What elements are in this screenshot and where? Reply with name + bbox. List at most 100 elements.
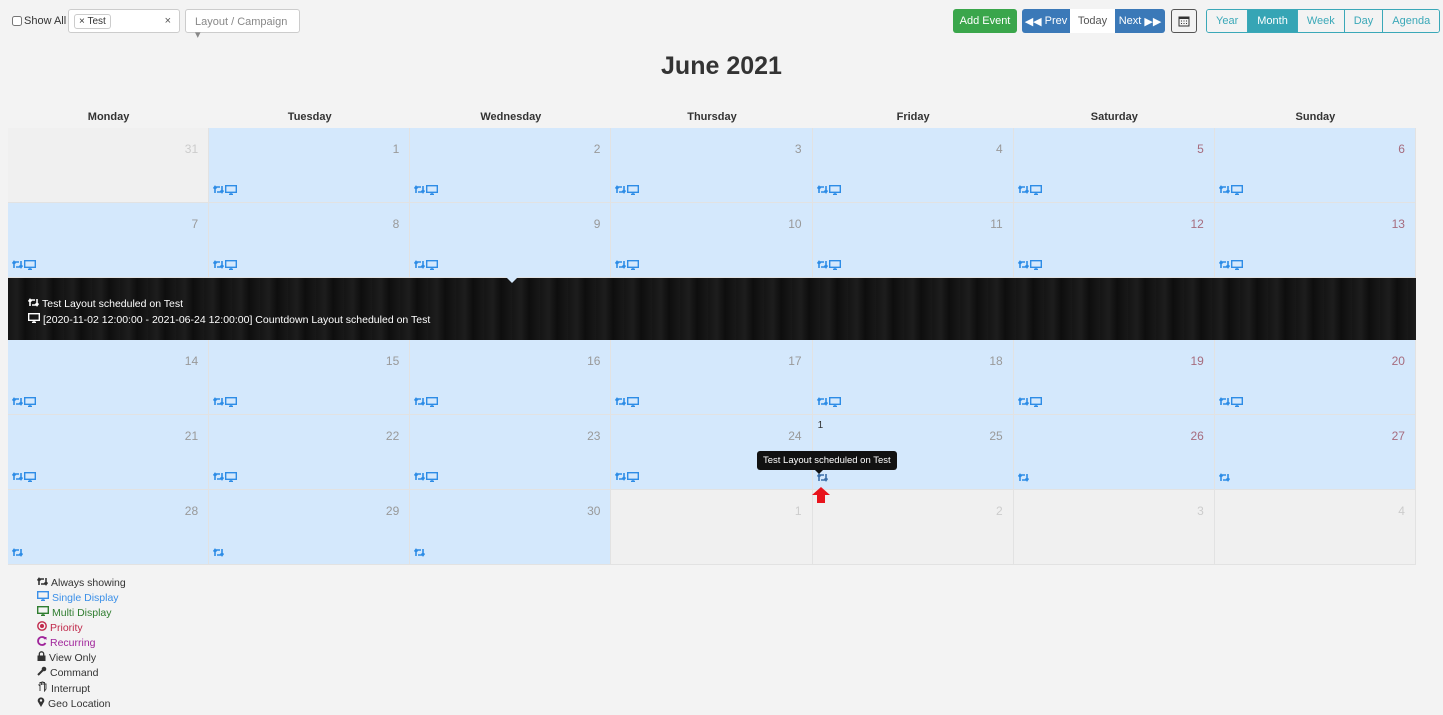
event-icons[interactable] [11,471,37,485]
event-icons[interactable] [11,259,37,273]
day-cell[interactable]: 29 [209,490,411,565]
date-picker-button[interactable] [1171,9,1197,33]
day-number[interactable]: 28 [185,504,198,518]
next-button[interactable]: Next ▶▶ [1115,9,1165,33]
event-icons[interactable] [615,396,640,410]
event-icons[interactable] [414,184,439,198]
desktop-icon[interactable] [627,396,640,410]
view-month-button[interactable]: Month [1248,10,1298,32]
day-cell[interactable]: 27 [1214,415,1416,490]
desktop-icon[interactable] [828,259,841,273]
desktop-icon[interactable] [627,471,640,485]
desktop-icon[interactable] [426,471,439,485]
prev-button[interactable]: ◀◀ Prev [1022,9,1070,33]
day-number[interactable]: 29 [386,504,399,518]
desktop-icon[interactable] [1029,184,1042,198]
retweet-icon[interactable] [414,472,426,485]
retweet-icon[interactable] [615,472,627,485]
day-number[interactable]: 13 [1392,217,1405,231]
day-cell[interactable]: 1 [611,490,813,565]
day-cell[interactable]: 12 [1013,203,1215,278]
desktop-icon[interactable] [23,396,37,410]
retweet-icon[interactable] [414,548,426,560]
event-icons[interactable] [816,473,828,485]
day-number[interactable]: 2 [594,142,601,156]
retweet-icon[interactable] [615,185,627,198]
day-cell[interactable]: 7 [8,203,210,278]
retweet-icon[interactable] [213,185,225,198]
day-cell[interactable]: 4 [1214,490,1416,565]
day-number[interactable]: 26 [1190,429,1203,443]
retweet-icon[interactable] [1218,185,1230,198]
day-number[interactable]: 12 [1190,217,1203,231]
event-icons[interactable] [816,184,841,198]
day-number[interactable]: 3 [1197,504,1204,518]
day-cell[interactable]: 3 [611,128,813,203]
retweet-icon[interactable] [816,185,828,198]
day-cell[interactable]: 6 [1214,128,1416,203]
event-icons[interactable] [414,259,439,273]
retweet-icon[interactable] [1017,473,1029,485]
event-icons[interactable] [1218,184,1243,198]
event-icons[interactable] [615,259,640,273]
desktop-icon[interactable] [627,259,640,273]
day-cell[interactable]: 14 [8,340,210,415]
day-cell[interactable]: 18 [812,340,1014,415]
event-icons[interactable] [1218,473,1230,485]
day-number[interactable]: 24 [788,429,801,443]
retweet-icon[interactable] [414,260,426,273]
day-number[interactable]: 20 [1392,354,1405,368]
day-number[interactable]: 19 [1190,354,1203,368]
day-cell[interactable]: 9 [410,203,612,278]
event-icons[interactable] [1017,184,1042,198]
day-number[interactable]: 2 [996,504,1003,518]
day-cell[interactable]: 2 [410,128,612,203]
day-cell[interactable]: 23 [410,415,612,490]
day-cell[interactable]: 20 [1214,340,1416,415]
desktop-icon[interactable] [426,184,439,198]
retweet-icon[interactable] [414,397,426,410]
day-number[interactable]: 15 [386,354,399,368]
desktop-icon[interactable] [23,259,37,273]
retweet-icon[interactable] [615,397,627,410]
day-cell[interactable]: 31 [8,128,210,203]
day-number[interactable]: 31 [185,142,198,156]
retweet-icon[interactable] [816,260,828,273]
day-cell[interactable]: 28 [8,490,210,565]
event-icons[interactable] [615,184,640,198]
day-number[interactable]: 22 [386,429,399,443]
retweet-icon[interactable] [615,260,627,273]
event-entry[interactable]: Test Layout scheduled on Test [27,296,1416,312]
show-all-checkbox[interactable]: Show All [12,15,66,27]
event-icons[interactable] [1218,259,1243,273]
event-icons[interactable] [213,184,238,198]
event-icons[interactable] [213,471,238,485]
event-icons[interactable] [213,259,238,273]
desktop-icon[interactable] [1230,259,1243,273]
layout-campaign-select[interactable]: Layout / Campaign ▾ [185,9,300,41]
day-cell[interactable]: 21 [8,415,210,490]
day-number[interactable]: 16 [587,354,600,368]
retweet-icon[interactable] [11,260,24,273]
retweet-icon[interactable] [816,397,828,410]
retweet-icon[interactable] [816,473,828,485]
desktop-icon[interactable] [225,259,238,273]
desktop-icon[interactable] [627,184,640,198]
retweet-icon[interactable] [11,472,24,485]
display-filter-input[interactable]: × Test × [68,9,180,33]
event-icons[interactable] [414,548,426,560]
desktop-icon[interactable] [828,396,841,410]
day-cell[interactable]: 3 [1013,490,1215,565]
day-cell[interactable]: 17 [611,340,813,415]
view-week-button[interactable]: Week [1297,10,1345,32]
retweet-icon[interactable] [1218,473,1230,485]
view-agenda-button[interactable]: Agenda [1383,10,1440,32]
day-number[interactable]: 4 [1398,504,1405,518]
event-icons[interactable] [414,396,439,410]
day-cell[interactable]: 10 [611,203,813,278]
retweet-icon[interactable] [213,472,225,485]
retweet-icon[interactable] [11,548,24,560]
view-year-button[interactable]: Year [1207,10,1249,32]
day-number[interactable]: 27 [1392,429,1405,443]
event-icons[interactable] [816,396,841,410]
